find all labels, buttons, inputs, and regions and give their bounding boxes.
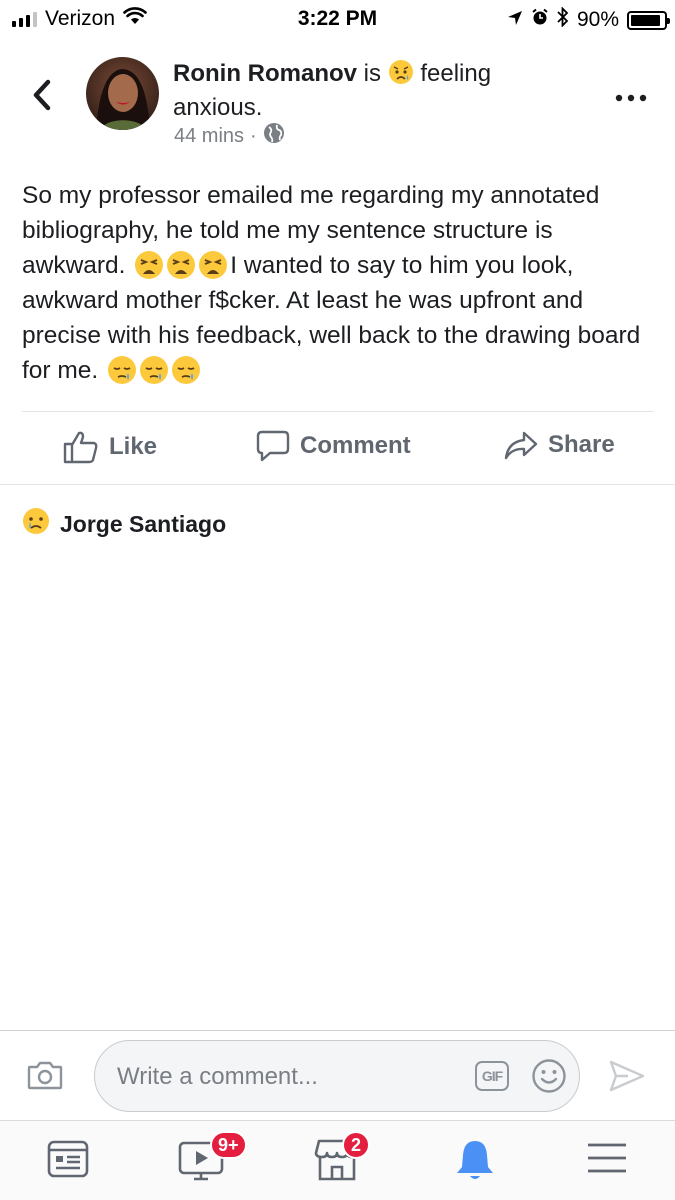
sleepy-face-icon (140, 356, 169, 384)
bell-icon (457, 1141, 493, 1179)
comment-bubble-icon (256, 430, 290, 462)
share-label: Share (548, 431, 615, 458)
avatar[interactable] (86, 57, 159, 130)
sleepy-face-icon (172, 356, 201, 384)
marketplace-badge: 2 (342, 1131, 370, 1159)
thumbs-up-icon (63, 431, 98, 464)
chevron-left-icon (33, 79, 51, 111)
anxious-face-icon (388, 59, 414, 93)
share-arrow-icon (504, 431, 538, 460)
feeling-prefix: feeling (420, 60, 492, 87)
sleepy-face-icons (107, 355, 201, 385)
location-arrow-icon (507, 8, 523, 32)
post-meta: 44 mins · (174, 122, 285, 150)
comment-input[interactable]: Write a comment... GIF (94, 1040, 580, 1112)
hamburger-menu-icon (588, 1143, 626, 1173)
more-options-button[interactable] (615, 90, 647, 102)
author-name[interactable]: Ronin Romanov (173, 60, 357, 87)
like-button[interactable]: Like (63, 430, 157, 464)
send-icon (609, 1060, 645, 1092)
feeling-text: anxious. (173, 94, 263, 121)
divider (0, 484, 675, 485)
weary-face-icons (134, 250, 228, 280)
camera-icon (27, 1061, 63, 1090)
tab-menu[interactable] (586, 1137, 628, 1184)
battery-icon (627, 10, 670, 30)
reactor-name: Jorge Santiago (60, 510, 227, 537)
reaction-row[interactable]: Jorge Santiago (22, 507, 226, 541)
comment-label: Comment (300, 432, 411, 459)
bluetooth-icon (557, 6, 569, 33)
status-bar: Verizon 3:22 PM 90% (0, 0, 675, 38)
comment-placeholder: Write a comment... (117, 1063, 318, 1090)
is-word: is (363, 60, 382, 87)
tab-news-feed[interactable] (46, 1137, 90, 1186)
tab-marketplace[interactable]: 2 (314, 1131, 370, 1188)
back-button[interactable] (28, 78, 58, 112)
post-title: Ronin Romanov is feeling anxious. (173, 59, 563, 123)
post-body: So my professor emailed me regarding my … (22, 178, 652, 388)
weary-face-icon (167, 251, 196, 279)
send-button[interactable] (608, 1059, 646, 1098)
weary-face-icon (199, 251, 228, 279)
tab-watch[interactable]: 9+ (178, 1131, 247, 1188)
news-feed-icon (47, 1140, 89, 1178)
more-dots-icon (615, 94, 647, 102)
comment-button[interactable]: Comment (256, 430, 411, 462)
emoji-button[interactable] (531, 1058, 567, 1099)
sleepy-face-icon (108, 356, 137, 384)
like-label: Like (109, 433, 158, 460)
tab-bar: 9+ 2 (0, 1120, 675, 1200)
tab-notifications[interactable] (454, 1137, 496, 1188)
watch-badge: 9+ (210, 1131, 247, 1159)
battery-percent: 90% (576, 8, 619, 31)
smiley-icon (532, 1059, 566, 1093)
comment-bar: Write a comment... GIF (0, 1030, 675, 1120)
sad-face-icon (22, 507, 50, 541)
action-bar: Like Comment Share (0, 412, 675, 484)
alarm-icon (531, 8, 549, 32)
timestamp[interactable]: 44 mins (174, 125, 244, 148)
camera-button[interactable] (27, 1060, 63, 1095)
globe-icon (263, 122, 285, 150)
share-button[interactable]: Share (504, 430, 615, 460)
gif-button[interactable]: GIF (475, 1061, 509, 1091)
weary-face-icon (135, 251, 164, 279)
meta-separator: · (250, 124, 257, 147)
